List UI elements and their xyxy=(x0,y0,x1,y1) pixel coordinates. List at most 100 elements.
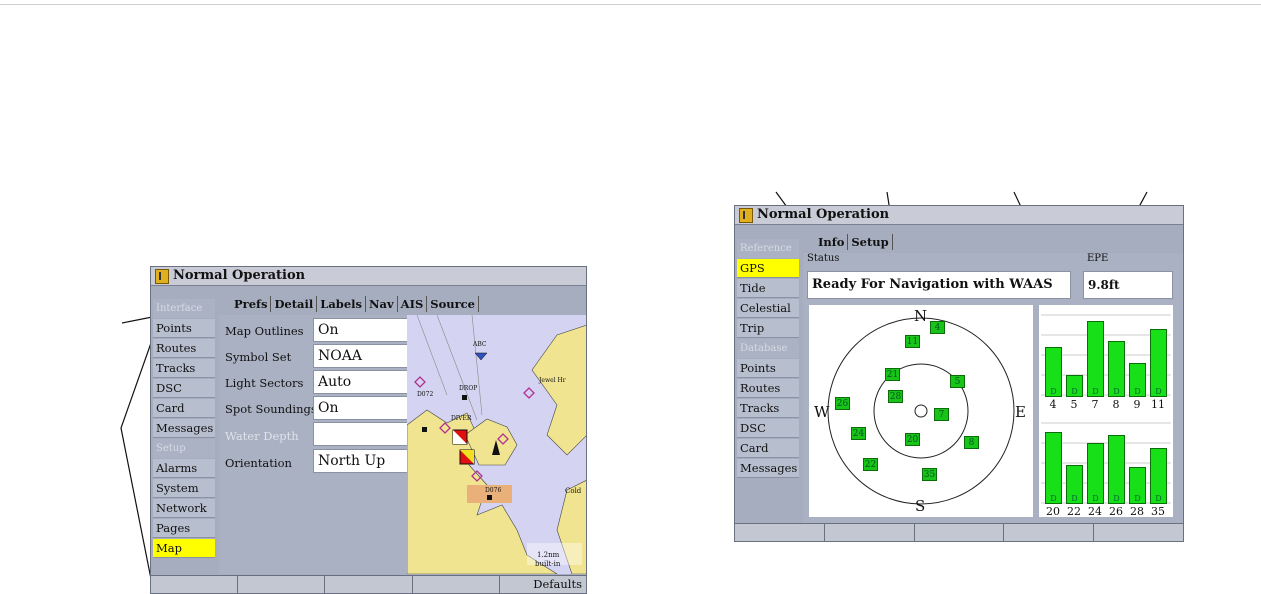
signal-flag: D xyxy=(1113,494,1120,503)
signal-flag: D xyxy=(1071,494,1078,503)
tab-detail[interactable]: Detail xyxy=(271,296,318,312)
signal-prn-label: 8 xyxy=(1112,398,1120,411)
satellite-marker: 5 xyxy=(950,375,965,388)
tab-bar: Info Setup xyxy=(815,234,893,250)
compass-w: W xyxy=(814,403,830,421)
signal-prn-label: 28 xyxy=(1130,505,1144,518)
sidebar-item-network[interactable]: Network xyxy=(153,499,215,518)
map-label-abc: ABC xyxy=(473,341,487,348)
sidebar: Interface Points Routes Tracks DSC Card … xyxy=(151,298,217,559)
signal-flag: D xyxy=(1092,387,1099,396)
sidebar-item-messages[interactable]: Messages xyxy=(737,459,799,478)
window-title: Normal Operation xyxy=(173,268,306,283)
sidebar-header-interface: Interface xyxy=(153,299,215,318)
app-icon xyxy=(155,269,169,284)
sky-rings xyxy=(827,317,1015,505)
signal-bar: D xyxy=(1066,375,1083,397)
softkey-4[interactable] xyxy=(1004,524,1095,541)
map-outlines-field[interactable]: On xyxy=(313,318,408,342)
signal-flag: D xyxy=(1155,494,1162,503)
signal-bar: D xyxy=(1129,467,1146,504)
softkey-2[interactable] xyxy=(825,524,915,541)
satellite-marker: 21 xyxy=(885,368,900,381)
signal-prn-label: 7 xyxy=(1091,398,1099,411)
sidebar-item-tracks[interactable]: Tracks xyxy=(737,399,799,418)
setting-label-spot-soundings: Spot Soundings xyxy=(225,402,317,416)
tab-labels[interactable]: Labels xyxy=(317,296,366,312)
sidebar-item-tracks[interactable]: Tracks xyxy=(153,359,215,378)
signal-bar: D xyxy=(1066,465,1083,504)
sidebar-item-routes[interactable]: Routes xyxy=(737,379,799,398)
sidebar-item-card[interactable]: Card xyxy=(153,399,215,418)
map-scale: 1.2nm xyxy=(537,551,560,559)
water-depth-field xyxy=(313,422,408,446)
sidebar-item-pages[interactable]: Pages xyxy=(153,519,215,538)
softkey-5[interactable] xyxy=(1094,524,1183,541)
signal-prn-label: 35 xyxy=(1151,505,1165,518)
tab-setup[interactable]: Setup xyxy=(848,234,893,250)
tab-prefs[interactable]: Prefs xyxy=(231,296,272,312)
signal-bar: D xyxy=(1045,432,1062,504)
tab-nav[interactable]: Nav xyxy=(366,296,398,312)
setting-label-symbol-set: Symbol Set xyxy=(225,350,292,364)
sidebar-item-tide[interactable]: Tide xyxy=(737,279,799,298)
softkey-3[interactable] xyxy=(915,524,1005,541)
signal-bar: D xyxy=(1087,321,1104,397)
signal-prn-label: 20 xyxy=(1046,505,1060,518)
sidebar-header-database: Database xyxy=(737,339,799,358)
sidebar: Reference GPS Tide Celestial Trip Databa… xyxy=(735,238,801,479)
map-label-d072: D072 xyxy=(417,391,434,398)
satellite-marker: 35 xyxy=(922,468,937,481)
signal-bar: D xyxy=(1129,363,1146,397)
satellite-marker: 7 xyxy=(934,408,949,421)
sidebar-item-messages[interactable]: Messages xyxy=(153,419,215,438)
signal-flag: D xyxy=(1050,494,1057,503)
tab-info[interactable]: Info xyxy=(815,234,849,250)
sidebar-item-routes[interactable]: Routes xyxy=(153,339,215,358)
signal-bar: D xyxy=(1087,443,1104,504)
status-label: Status xyxy=(807,253,840,264)
softkey-1[interactable] xyxy=(735,524,825,541)
satellite-marker: 11 xyxy=(905,335,920,348)
setting-label-water-depth: Water Depth xyxy=(225,429,299,443)
sidebar-item-dsc[interactable]: DSC xyxy=(737,419,799,438)
sidebar-item-points[interactable]: Points xyxy=(737,359,799,378)
setting-label-map-outlines: Map Outlines xyxy=(225,324,304,338)
signal-flag: D xyxy=(1134,494,1141,503)
tab-ais[interactable]: AIS xyxy=(398,296,428,312)
sidebar-item-map[interactable]: Map xyxy=(153,539,215,558)
sidebar-item-celestial[interactable]: Celestial xyxy=(737,299,799,318)
defaults-button[interactable]: Defaults xyxy=(500,576,586,593)
sidebar-item-gps[interactable]: GPS xyxy=(737,259,799,278)
signal-prn-label: 26 xyxy=(1109,505,1123,518)
softkey-2[interactable] xyxy=(238,576,326,593)
tab-source[interactable]: Source xyxy=(427,296,479,312)
signal-bar: D xyxy=(1108,341,1125,397)
light-sectors-field[interactable]: Auto xyxy=(313,370,408,394)
map-label-cold: Cold xyxy=(565,487,582,495)
softkey-1[interactable] xyxy=(151,576,239,593)
softkey-3[interactable] xyxy=(325,576,413,593)
signal-bar: D xyxy=(1108,435,1125,504)
sidebar-item-points[interactable]: Points xyxy=(153,319,215,338)
signal-flag: D xyxy=(1071,387,1078,396)
compass-s: S xyxy=(915,497,926,515)
map-label-d076: D076 xyxy=(485,487,502,494)
sidebar-item-dsc[interactable]: DSC xyxy=(153,379,215,398)
sidebar-item-alarms[interactable]: Alarms xyxy=(153,459,215,478)
signal-flag: D xyxy=(1155,387,1162,396)
signal-flag: D xyxy=(1134,387,1141,396)
spot-soundings-field[interactable]: On xyxy=(313,396,408,420)
sidebar-item-card[interactable]: Card xyxy=(737,439,799,458)
orientation-field[interactable]: North Up xyxy=(313,449,408,473)
signal-prn-label: 4 xyxy=(1049,398,1057,411)
sky-view: N S E W 4 11 5 21 28 7 26 24 20 8 22 35 xyxy=(809,305,1033,517)
satellite-marker: 24 xyxy=(851,427,866,440)
symbol-set-field[interactable]: NOAA xyxy=(313,344,408,368)
sidebar-item-system[interactable]: System xyxy=(153,479,215,498)
satellite-marker: 28 xyxy=(888,390,903,403)
sidebar-header-setup: Setup xyxy=(153,439,215,458)
app-icon xyxy=(739,208,753,223)
sidebar-item-trip[interactable]: Trip xyxy=(737,319,799,338)
softkey-4[interactable] xyxy=(413,576,500,593)
